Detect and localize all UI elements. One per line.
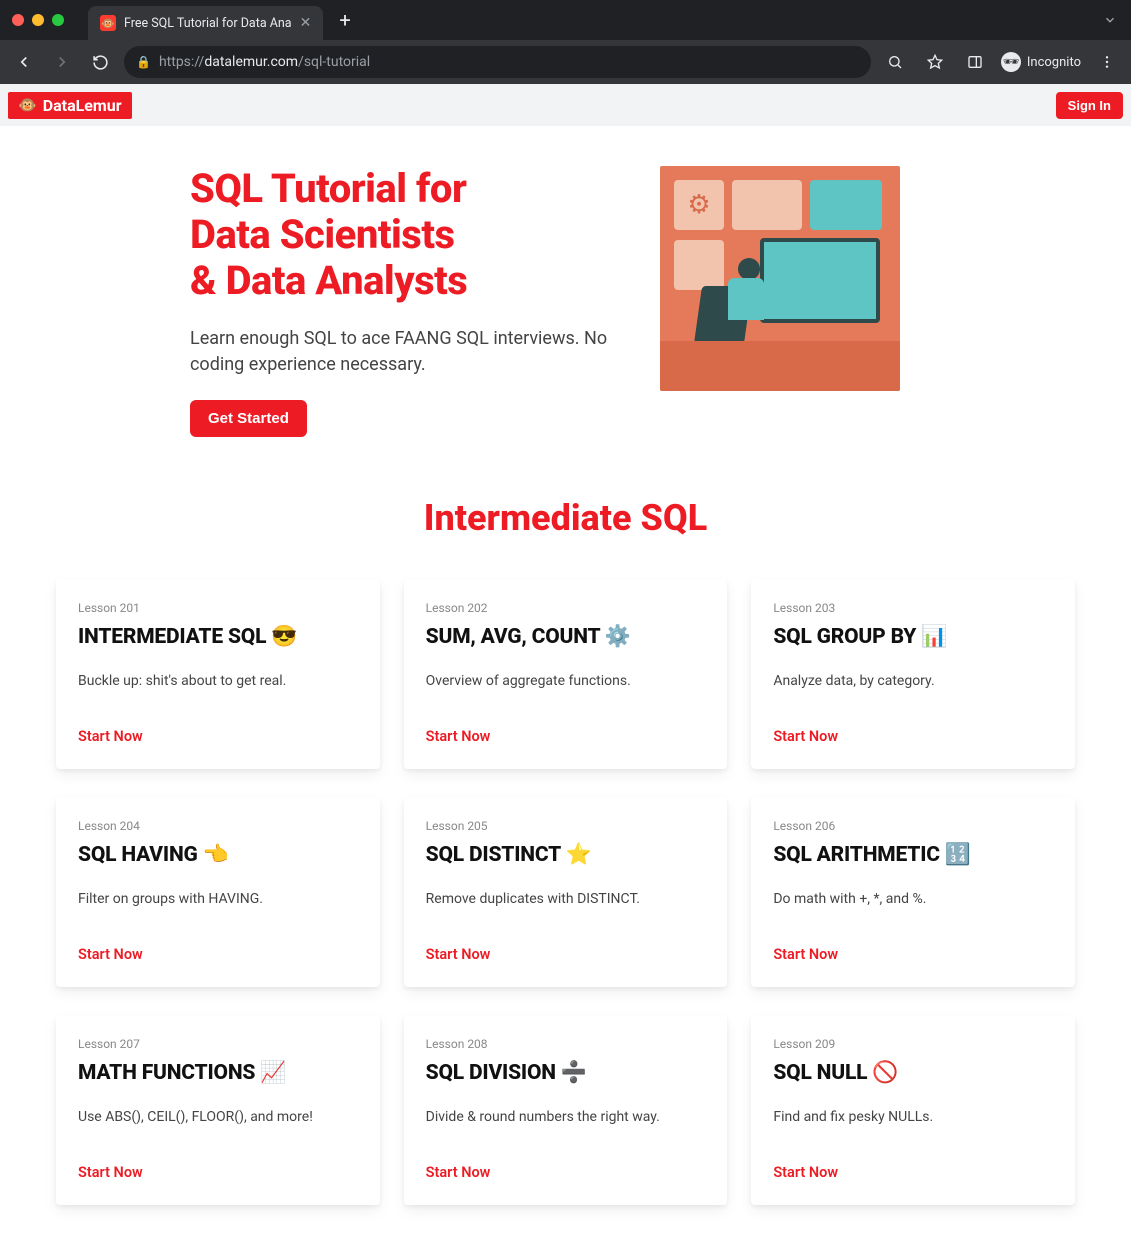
window-controls <box>12 14 64 26</box>
start-now-link[interactable]: Start Now <box>773 728 1053 745</box>
lesson-card[interactable]: Lesson 208 SQL DIVISION ➗ Divide & round… <box>404 1015 728 1205</box>
lesson-title: SQL HAVING 👈 <box>78 843 358 867</box>
lesson-description: Divide & round numbers the right way. <box>426 1109 706 1140</box>
lesson-description: Analyze data, by category. <box>773 673 1053 704</box>
lesson-title: SQL DISTINCT ⭐ <box>426 843 706 867</box>
start-now-link[interactable]: Start Now <box>78 728 358 745</box>
incognito-icon: 🕶 <box>1001 52 1021 72</box>
browser-chrome: 🐵 Free SQL Tutorial for Data Ana ✕ + 🔒 h… <box>0 0 1131 84</box>
lesson-tag: Lesson 208 <box>426 1037 706 1051</box>
start-now-link[interactable]: Start Now <box>426 1164 706 1181</box>
incognito-indicator[interactable]: 🕶 Incognito <box>1001 52 1081 72</box>
url-text: https://datalemur.com/sql-tutorial <box>159 54 370 70</box>
side-panel-icon[interactable] <box>961 48 989 76</box>
section-title: Intermediate SQL <box>0 497 1131 539</box>
lesson-tag: Lesson 202 <box>426 601 706 615</box>
reload-button[interactable] <box>86 48 114 76</box>
lesson-tag: Lesson 205 <box>426 819 706 833</box>
lesson-card[interactable]: Lesson 204 SQL HAVING 👈 Filter on groups… <box>56 797 380 987</box>
lesson-title: SQL NULL 🚫 <box>773 1061 1053 1085</box>
start-now-link[interactable]: Start Now <box>78 1164 358 1181</box>
close-tab-icon[interactable]: ✕ <box>300 15 312 31</box>
monitor-icon <box>760 238 880 323</box>
lesson-tag: Lesson 201 <box>78 601 358 615</box>
lesson-card[interactable]: Lesson 207 MATH FUNCTIONS 📈 Use ABS(), C… <box>56 1015 380 1205</box>
sign-in-button[interactable]: Sign In <box>1056 92 1123 119</box>
lesson-title: INTERMEDIATE SQL 😎 <box>78 625 358 649</box>
hero-section: SQL Tutorial for Data Scientists & Data … <box>0 126 1131 467</box>
new-tab-button[interactable]: + <box>331 8 358 32</box>
browser-tab[interactable]: 🐵 Free SQL Tutorial for Data Ana ✕ <box>88 6 323 40</box>
lesson-title: MATH FUNCTIONS 📈 <box>78 1061 358 1085</box>
incognito-label: Incognito <box>1027 55 1081 70</box>
browser-toolbar: 🔒 https://datalemur.com/sql-tutorial 🕶 I… <box>0 40 1131 84</box>
bookmark-icon[interactable] <box>921 48 949 76</box>
menu-icon[interactable] <box>1093 48 1121 76</box>
close-window-icon[interactable] <box>12 14 24 26</box>
minimize-window-icon[interactable] <box>32 14 44 26</box>
start-now-link[interactable]: Start Now <box>773 1164 1053 1181</box>
desk-shape <box>660 341 900 391</box>
lesson-card[interactable]: Lesson 205 SQL DISTINCT ⭐ Remove duplica… <box>404 797 728 987</box>
lesson-tag: Lesson 204 <box>78 819 358 833</box>
lesson-tag: Lesson 203 <box>773 601 1053 615</box>
get-started-button[interactable]: Get Started <box>190 400 307 437</box>
lessons-grid: Lesson 201 INTERMEDIATE SQL 😎 Buckle up:… <box>0 579 1131 1245</box>
person-shape <box>720 258 768 336</box>
lesson-card[interactable]: Lesson 209 SQL NULL 🚫 Find and fix pesky… <box>751 1015 1075 1205</box>
lesson-title: SQL GROUP BY 📊 <box>773 625 1053 649</box>
start-now-link[interactable]: Start Now <box>426 946 706 963</box>
forward-button[interactable] <box>48 48 76 76</box>
tabs-chevron-icon[interactable] <box>1103 13 1131 27</box>
lesson-description: Filter on groups with HAVING. <box>78 891 358 922</box>
site-header: 🐵 DataLemur Sign In <box>0 84 1131 126</box>
lesson-card[interactable]: Lesson 203 SQL GROUP BY 📊 Analyze data, … <box>751 579 1075 769</box>
brand-name: DataLemur <box>43 96 122 115</box>
lesson-description: Do math with +, *, and %. <box>773 891 1053 922</box>
brand-logo[interactable]: 🐵 DataLemur <box>8 92 132 119</box>
search-icon[interactable] <box>881 48 909 76</box>
lesson-description: Remove duplicates with DISTINCT. <box>426 891 706 922</box>
lemur-icon: 🐵 <box>18 96 37 114</box>
back-button[interactable] <box>10 48 38 76</box>
lock-icon: 🔒 <box>136 55 151 69</box>
lesson-description: Find and fix pesky NULLs. <box>773 1109 1053 1140</box>
tab-title: Free SQL Tutorial for Data Ana <box>124 16 292 31</box>
lesson-title: SQL DIVISION ➗ <box>426 1061 706 1085</box>
gear-icon: ⚙ <box>687 190 710 220</box>
lesson-tag: Lesson 207 <box>78 1037 358 1051</box>
lesson-card[interactable]: Lesson 202 SUM, AVG, COUNT ⚙️ Overview o… <box>404 579 728 769</box>
lesson-description: Overview of aggregate functions. <box>426 673 706 704</box>
lesson-tag: Lesson 209 <box>773 1037 1053 1051</box>
start-now-link[interactable]: Start Now <box>426 728 706 745</box>
address-bar[interactable]: 🔒 https://datalemur.com/sql-tutorial <box>124 46 871 78</box>
lesson-tag: Lesson 206 <box>773 819 1053 833</box>
hero-title: SQL Tutorial for Data Scientists & Data … <box>190 166 620 304</box>
favicon-icon: 🐵 <box>100 15 116 31</box>
hero-illustration: ⚙ <box>660 166 900 391</box>
lesson-card[interactable]: Lesson 201 INTERMEDIATE SQL 😎 Buckle up:… <box>56 579 380 769</box>
lesson-description: Use ABS(), CEIL(), FLOOR(), and more! <box>78 1109 358 1140</box>
lesson-title: SUM, AVG, COUNT ⚙️ <box>426 625 706 649</box>
maximize-window-icon[interactable] <box>52 14 64 26</box>
start-now-link[interactable]: Start Now <box>78 946 358 963</box>
lesson-description: Buckle up: shit's about to get real. <box>78 673 358 704</box>
tab-bar: 🐵 Free SQL Tutorial for Data Ana ✕ + <box>0 0 1131 40</box>
lesson-title: SQL ARITHMETIC 🔢 <box>773 843 1053 867</box>
lesson-card[interactable]: Lesson 206 SQL ARITHMETIC 🔢 Do math with… <box>751 797 1075 987</box>
start-now-link[interactable]: Start Now <box>773 946 1053 963</box>
hero-subtitle: Learn enough SQL to ace FAANG SQL interv… <box>190 326 620 378</box>
